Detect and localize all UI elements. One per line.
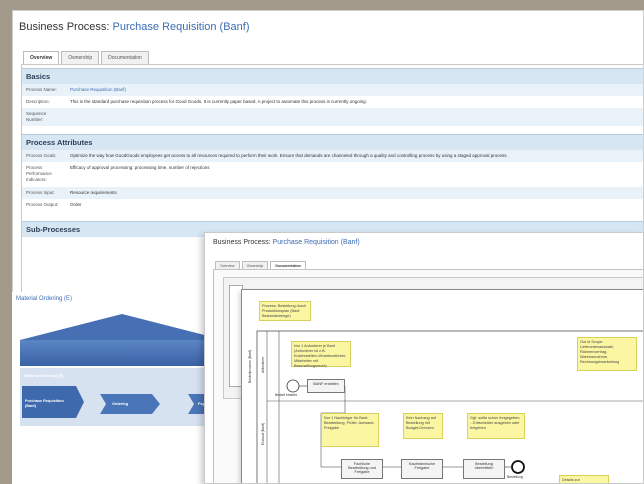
row-sequence-number: Sequence Number: [22,108,643,127]
performance-indicators-value: Efficacy of approval processing: process… [70,165,210,171]
end-event[interactable] [511,460,525,474]
band-label: Material Ordering (E) [24,373,64,378]
doc-title-prefix: Business Process: [213,239,271,246]
label-description: Description: [26,99,50,105]
lane-requester-label: Anforderer [261,356,265,373]
label-process-name: Process Name: [22,84,66,97]
basics-table: Process Name: Purchase Requisition (Banf… [22,84,643,127]
basics-header: Basics [22,68,643,84]
start-event[interactable] [286,379,300,393]
note-followup: Nur 1 Nachfolger für Banf-Bearbeitung, P… [321,413,379,447]
title-process-link[interactable]: Purchase Requisition (Banf) [113,21,250,33]
task-commercial-approval[interactable]: Kaufmännische Freigabe [401,459,443,479]
step-1-label: Purchase Requisition (Banf) [25,399,64,408]
row-process-input: Process Input: Resource requirements [22,186,643,199]
process-attributes-header: Process Attributes [22,134,643,151]
label-process-output: Process Output: [26,201,59,207]
note-approval: Ggf. sollte schon freigegeben, ...Entsch… [467,413,525,439]
row-process-output: Process Output: Order [22,199,643,211]
label-performance-indicators: Process Performance Indicators: [26,165,52,183]
attributes-table: Process Goals: Optimize the way how Good… [22,150,643,211]
tab-ownership[interactable]: Ownership [61,51,100,64]
end-event-label: Bestellung [507,475,523,479]
tab-overview[interactable]: Overview [23,51,60,64]
process-goals-value: Optimize the way how GoodGoods employees… [66,150,643,163]
label-sequence-number: Sequence Number: [22,108,66,127]
description-value: This is the standard purchase requisitio… [70,99,367,105]
step-ordering[interactable] [100,394,160,414]
task-transmit-order[interactable]: Bestellung übermitteln [463,459,505,479]
title-prefix: Business Process: [19,21,110,33]
note-requester: Nur 1 Anforderer je Banf (Anforderer ist… [291,341,351,368]
tab-bar: Overview Ownership Documentation [23,51,149,64]
tab-documentation[interactable]: Documentation [101,51,149,64]
start-event-label: Bedarf besteht [275,393,298,397]
note-process-info: Prozess: Bestellung durch Produktionspla… [259,301,311,321]
label-process-goals: Process Goals: [22,150,66,163]
sequence-number-value [66,108,643,127]
task-technical-approval[interactable]: Fachliche Bearbeitung und Freigabe [341,459,383,479]
row-description: Description: This is the standard purcha… [22,96,643,108]
task-create-banf[interactable]: BANF erstellen [307,379,345,393]
value-chain-band[interactable] [20,340,222,366]
documentation-window: Business Process: Purchase Requisition (… [204,232,644,484]
row-process-goals: Process Goals: Optimize the way how Good… [22,150,643,163]
note-invoice-details: Details zur Rechnungsprüfung [559,475,609,483]
process-output-value: Order [70,201,82,207]
doc-title-link[interactable]: Purchase Requisition (Banf) [273,239,360,246]
row-performance-indicators: Process Performance Indicators: Efficacy… [22,162,643,186]
note-out-of-scope: Out of Scope: Lieferantenauswahl, Rahmen… [577,337,637,371]
page-title: Business Process: Purchase Requisition (… [19,21,250,33]
process-input-value: Resource requirements [66,186,643,199]
value-chain-diagram [20,314,222,426]
value-chain-roof [20,314,222,340]
step-2-label: Ordering [112,402,129,406]
process-name-link[interactable]: Purchase Requisition (Banf) [70,87,126,92]
value-chain-panel: Material Ordering (E) Material Ordering … [12,292,222,484]
note-budget: Kein Nachzug auf Bestellung mit Budget-G… [403,413,443,439]
row-process-name: Process Name: Purchase Requisition (Banf… [22,84,643,97]
doc-window-title: Business Process: Purchase Requisition (… [213,239,360,246]
lane-purchasing-label: Einkauf (Banf) [261,422,265,445]
label-process-input: Process Input: [22,186,66,199]
lane-pool-label: Bestellprozess (Banf) [248,349,252,383]
